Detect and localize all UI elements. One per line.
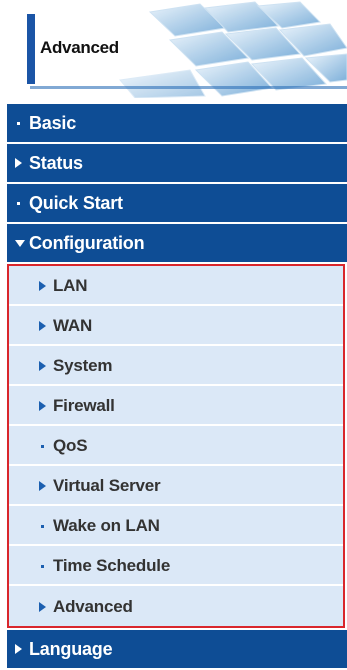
nav-item-label: Basic — [29, 112, 77, 133]
subnav-item-label: System — [53, 356, 113, 375]
arrow-right-icon — [39, 281, 53, 291]
nav-item-label: Configuration — [29, 232, 145, 253]
nav-item-language[interactable]: Language — [7, 630, 347, 668]
subnav-item-wan[interactable]: WAN — [9, 308, 343, 346]
bullet-icon — [15, 121, 29, 125]
subnav-item-label: QoS — [53, 436, 88, 455]
subnav-item-label: Time Schedule — [53, 556, 171, 575]
side-navigation: Basic Status Quick Start Configuration L… — [7, 104, 347, 670]
arrow-right-icon — [39, 361, 53, 371]
subnav-item-label: Wake on LAN — [53, 516, 160, 535]
subnav-item-system[interactable]: System — [9, 348, 343, 386]
header-accent-bar — [27, 14, 35, 84]
subnav-item-wake-on-lan[interactable]: Wake on LAN — [9, 508, 343, 546]
arrow-right-icon — [15, 158, 29, 168]
nav-item-configuration[interactable]: Configuration — [7, 224, 347, 262]
arrow-right-icon — [39, 401, 53, 411]
subnav-item-label: Virtual Server — [53, 476, 161, 495]
subnav-item-time-schedule[interactable]: Time Schedule — [9, 548, 343, 586]
subnav-item-label: LAN — [53, 276, 88, 295]
header-banner: Advanced — [0, 0, 347, 98]
arrow-right-icon — [39, 602, 53, 612]
configuration-submenu: LAN WAN System Firewall QoS Virtual Serv… — [7, 264, 345, 628]
arrow-right-icon — [39, 481, 53, 491]
subnav-item-label: WAN — [53, 316, 93, 335]
bullet-icon — [39, 564, 53, 568]
page-title: Advanced — [40, 38, 119, 57]
nav-item-label: Status — [29, 152, 83, 173]
nav-item-basic[interactable]: Basic — [7, 104, 347, 142]
bullet-icon — [15, 201, 29, 205]
subnav-item-qos[interactable]: QoS — [9, 428, 343, 466]
subnav-item-firewall[interactable]: Firewall — [9, 388, 343, 426]
nav-item-quick-start[interactable]: Quick Start — [7, 184, 347, 222]
arrow-down-icon — [15, 239, 29, 247]
nav-item-label: Language — [29, 638, 113, 659]
subnav-item-advanced[interactable]: Advanced — [9, 588, 343, 626]
subnav-item-lan[interactable]: LAN — [9, 268, 343, 306]
subnav-item-label: Firewall — [53, 396, 115, 415]
bullet-icon — [39, 444, 53, 448]
subnav-item-label: Advanced — [53, 597, 133, 616]
nav-item-status[interactable]: Status — [7, 144, 347, 182]
nav-item-label: Quick Start — [29, 192, 123, 213]
arrow-right-icon — [15, 644, 29, 654]
bullet-icon — [39, 524, 53, 528]
arrow-right-icon — [39, 321, 53, 331]
subnav-item-virtual-server[interactable]: Virtual Server — [9, 468, 343, 506]
